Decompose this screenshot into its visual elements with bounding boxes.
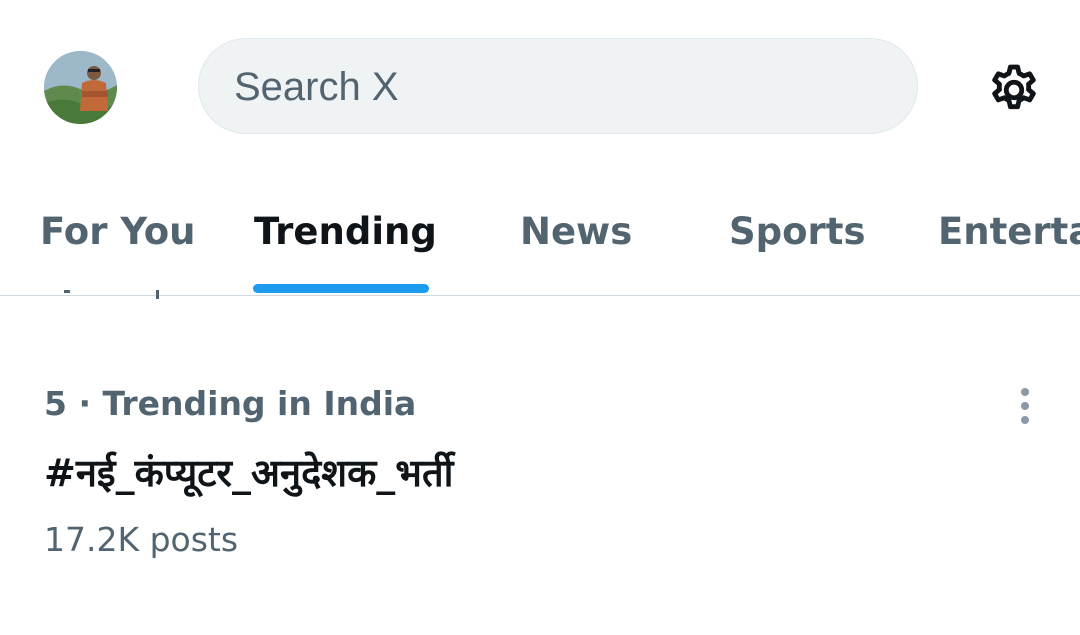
more-options-button[interactable] <box>1008 384 1042 428</box>
more-vertical-icon <box>1021 388 1029 424</box>
top-bar <box>0 0 1080 180</box>
trend-hashtag[interactable]: #नई_कंप्यूटर_अनुदेशक_भर्ती <box>44 446 454 498</box>
search-bar[interactable] <box>198 38 918 135</box>
tab-entertainment[interactable]: Enterta <box>938 210 1080 290</box>
tab-trending[interactable]: Trending <box>254 210 437 290</box>
trend-meta: 5 · Trending in India <box>44 384 417 423</box>
active-tab-indicator <box>253 284 429 293</box>
tab-sports[interactable]: Sports <box>729 210 866 290</box>
tab-for-you[interactable]: For You <box>40 210 195 290</box>
tab-news[interactable]: News <box>520 210 632 290</box>
search-input[interactable] <box>232 39 876 135</box>
settings-button[interactable] <box>980 56 1048 124</box>
clipped-text-fragment <box>64 290 159 299</box>
trend-item[interactable]: 5 · Trending in India #नई_कंप्यूटर_अनुदे… <box>0 360 1080 580</box>
trend-post-count: 17.2K posts <box>44 520 239 559</box>
profile-avatar[interactable] <box>44 51 117 124</box>
avatar-image <box>44 51 117 124</box>
gear-icon <box>992 64 1036 110</box>
tab-bar: For You Trending News Sports Enterta <box>0 180 1080 296</box>
